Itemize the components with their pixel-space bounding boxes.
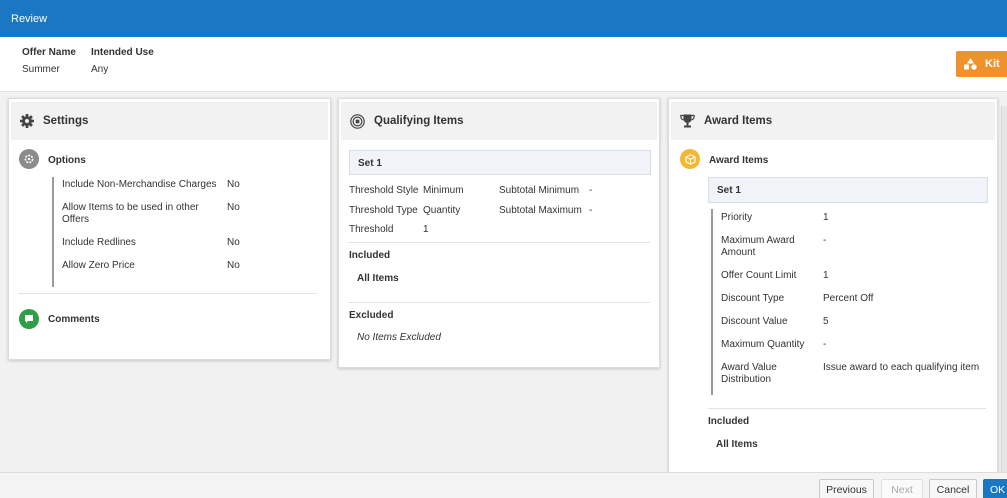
qualifying-set-label: Set 1 — [358, 158, 382, 169]
trophy-icon — [680, 114, 695, 128]
option-value: No — [227, 202, 240, 213]
offer-name-label: Offer Name — [22, 47, 76, 58]
award-row-value: Issue award to each qualifying item — [823, 362, 980, 373]
award-row-value: - — [823, 235, 827, 246]
dialog-title: Review — [11, 13, 48, 25]
intended-use-field: Intended Use Any — [91, 47, 154, 75]
award-row-label: Priority — [721, 212, 753, 223]
settings-title: Settings — [43, 115, 89, 127]
award-row-label: Maximum Quantity — [721, 339, 805, 350]
options-icon — [19, 149, 39, 169]
qualifying-items-header: Qualifying Items — [341, 102, 657, 140]
included-label: Included — [349, 250, 391, 261]
option-label: Allow Zero Price — [62, 260, 135, 271]
option-label: Allow Items to be used in other Offers — [62, 202, 199, 225]
kit-button-label: Kit — [985, 58, 1000, 70]
settings-panel: Settings Options Include Non-Merchandise… — [8, 98, 331, 360]
dialog-title-bar: Review — [0, 0, 1007, 37]
subtotal-maximum-value: - — [589, 205, 593, 216]
award-set-label: Set 1 — [717, 185, 741, 196]
threshold-style-value: Minimum — [423, 185, 464, 196]
award-row-value: - — [823, 339, 827, 350]
next-button[interactable]: Next — [881, 479, 923, 498]
comments-title: Comments — [48, 314, 100, 325]
cancel-button[interactable]: Cancel — [929, 479, 977, 498]
shapes-icon — [964, 58, 977, 70]
comment-icon — [19, 309, 39, 329]
section-divider — [18, 293, 317, 294]
qualifying-set-header: Set 1 — [349, 150, 651, 175]
options-divider — [52, 177, 54, 287]
award-row-label: Discount Value — [721, 316, 788, 327]
review-content: Settings Options Include Non-Merchandise… — [0, 92, 1007, 472]
subtotal-minimum-value: - — [589, 185, 593, 196]
offer-header: Offer Name Summer Intended Use Any Kit — [0, 37, 1007, 92]
award-set-header: Set 1 — [708, 177, 988, 203]
award-included-value: All Items — [716, 439, 758, 450]
settings-header: Settings — [11, 102, 328, 140]
vertical-scrollbar[interactable] — [1001, 106, 1007, 472]
section-divider — [348, 302, 650, 303]
award-included-label: Included — [708, 416, 750, 427]
qualifying-items-panel: Qualifying Items Set 1 Threshold Style M… — [338, 98, 660, 368]
award-row-value: 1 — [823, 212, 829, 223]
award-row-label: Maximum Award Amount — [721, 235, 795, 258]
award-rows-divider — [711, 209, 713, 395]
threshold-style-label: Threshold Style — [349, 185, 419, 196]
award-row-value: 1 — [823, 270, 829, 281]
options-title: Options — [48, 155, 86, 166]
threshold-value: 1 — [423, 224, 429, 235]
included-value: All Items — [357, 273, 399, 284]
subtotal-maximum-label: Subtotal Maximum — [499, 205, 582, 216]
qualifying-items-title: Qualifying Items — [374, 115, 464, 127]
subtotal-minimum-label: Subtotal Minimum — [499, 185, 580, 196]
option-value: No — [227, 179, 240, 190]
award-row-value: 5 — [823, 316, 829, 327]
award-row-label: Award Value Distribution — [721, 362, 777, 385]
cube-icon — [680, 149, 700, 169]
offer-name-value: Summer — [22, 64, 60, 75]
kit-button[interactable]: Kit — [956, 51, 1007, 77]
option-label: Include Redlines — [62, 237, 136, 248]
dialog-footer: Previous Next Cancel OK — [0, 472, 1007, 498]
excluded-label: Excluded — [349, 310, 394, 321]
award-items-header: Award Items — [671, 102, 995, 140]
threshold-type-label: Threshold Type — [349, 205, 418, 216]
option-value: No — [227, 260, 240, 271]
award-row-label: Offer Count Limit — [721, 270, 797, 281]
award-row-label: Discount Type — [721, 293, 785, 304]
threshold-label: Threshold — [349, 224, 394, 235]
intended-use-value: Any — [91, 64, 109, 75]
gear-icon — [20, 114, 34, 128]
intended-use-label: Intended Use — [91, 47, 154, 58]
option-value: No — [227, 237, 240, 248]
award-items-title: Award Items — [704, 115, 773, 127]
excluded-value: No Items Excluded — [357, 332, 441, 343]
section-divider — [348, 242, 650, 243]
threshold-type-value: Quantity — [423, 205, 461, 216]
award-items-panel: Award Items Award Items Set 1 Priority 1… — [668, 98, 998, 472]
option-label: Include Non-Merchandise Charges — [62, 179, 217, 190]
previous-button[interactable]: Previous — [819, 479, 874, 498]
section-divider — [708, 408, 986, 409]
target-icon — [350, 113, 365, 129]
award-row-value: Percent Off — [823, 293, 874, 304]
ok-button[interactable]: OK — [983, 479, 1007, 498]
offer-name-field: Offer Name Summer — [22, 47, 76, 75]
award-section-title: Award Items — [709, 155, 769, 166]
